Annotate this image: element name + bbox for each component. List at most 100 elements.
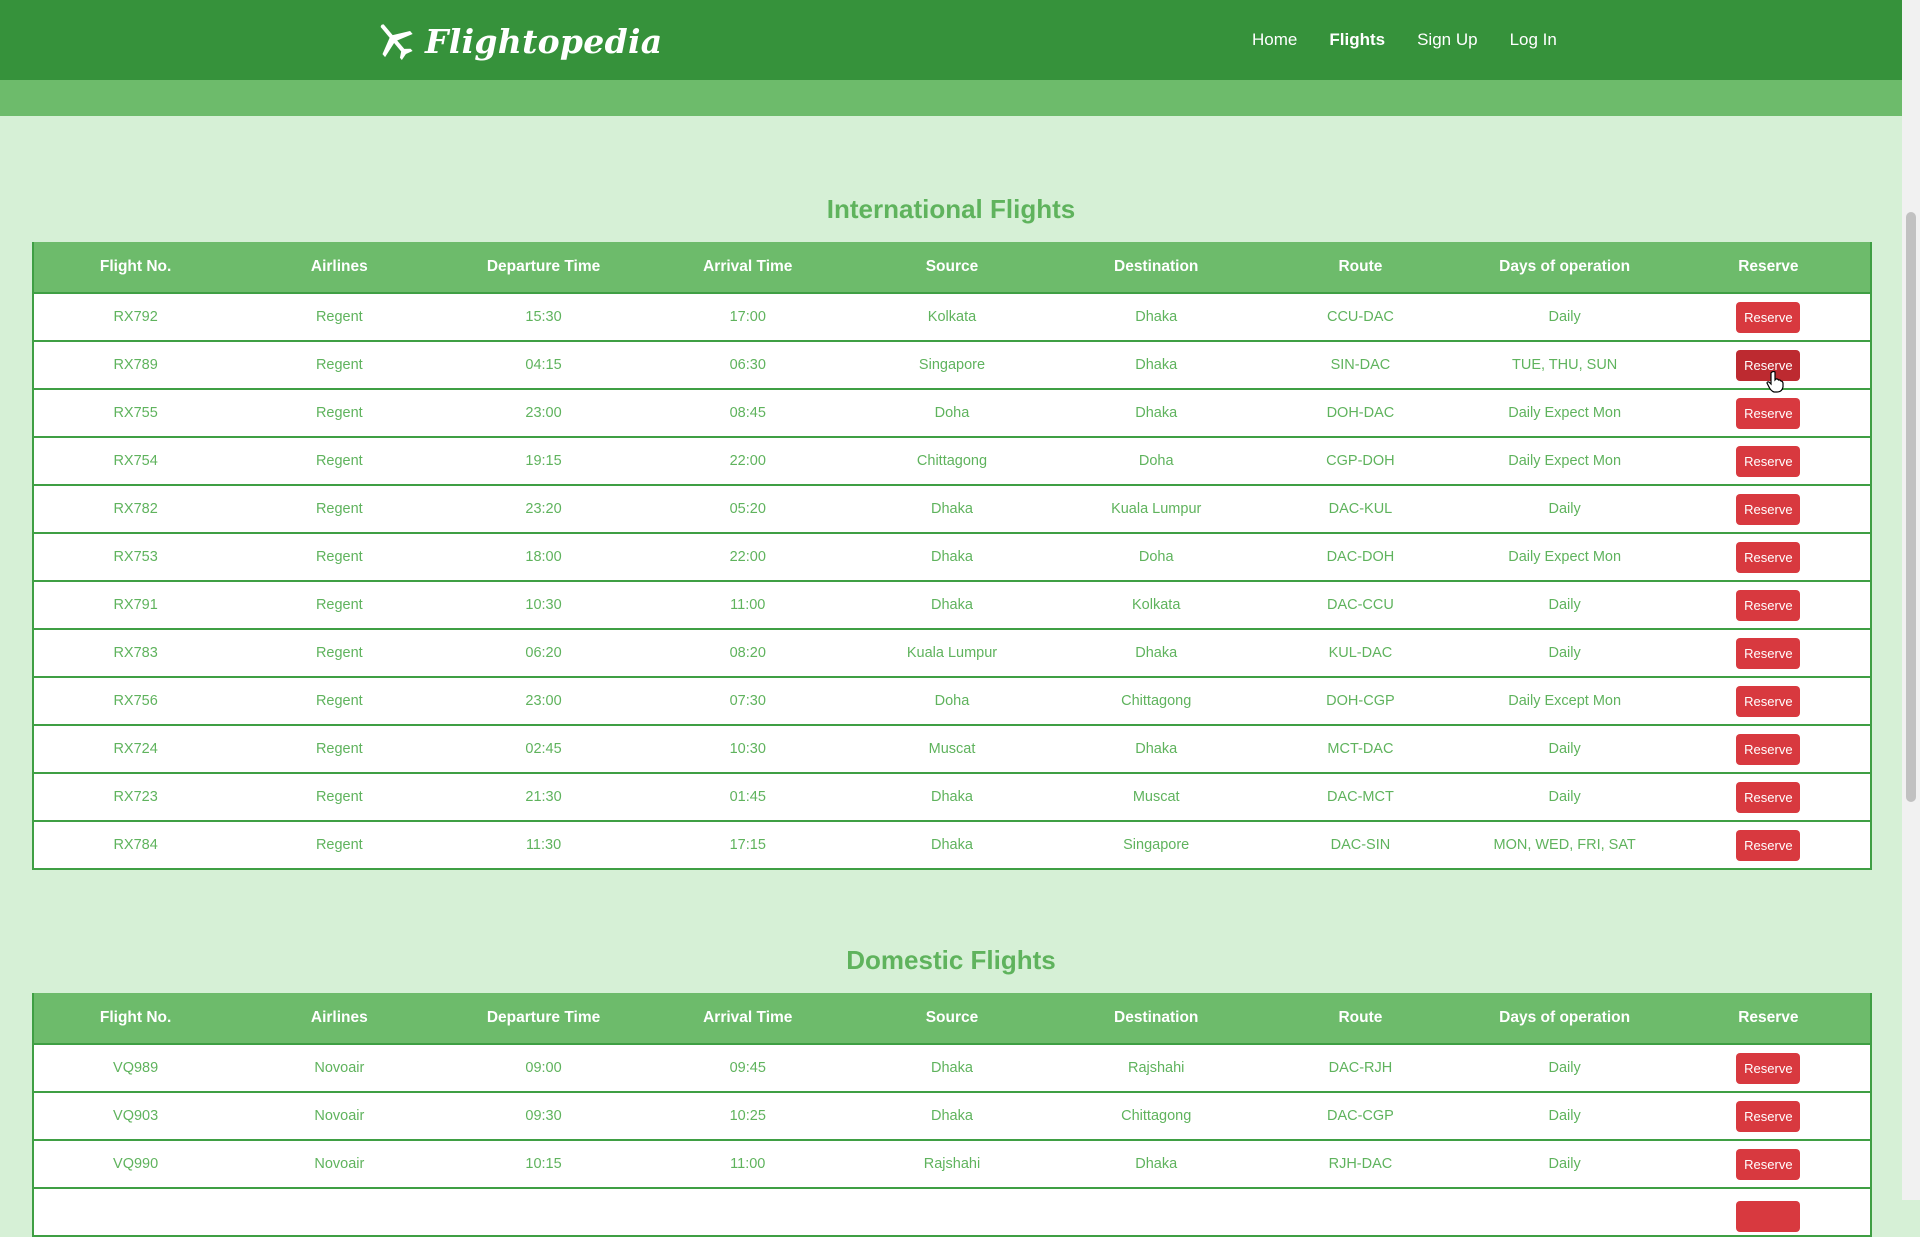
brand-logo[interactable]: Flightopedia	[373, 16, 662, 66]
column-header-route: Route	[1258, 993, 1463, 1044]
cell-departure-time: 19:15	[441, 436, 646, 485]
cell-flight-no: RX723	[31, 772, 238, 821]
reserve-button[interactable]: Reserve	[1736, 541, 1801, 573]
cell-reserve: Reserve	[1666, 820, 1873, 870]
cell-flight-no: RX755	[31, 388, 238, 437]
table-row: RX724 Regent 02:45 10:30 Muscat Dhaka MCT-DAC D…	[31, 724, 1873, 773]
table-row: RX754 Regent 19:15 22:00 Chittagong Doha CGP-D…	[31, 436, 1873, 485]
cell-arrival-time: 10:30	[645, 724, 850, 773]
column-header-destination: Destination	[1054, 242, 1259, 293]
cell-departure-time: 04:15	[441, 340, 646, 389]
reserve-button[interactable]: Reserve	[1736, 1148, 1801, 1180]
cell-days-of-operation	[1462, 1187, 1667, 1237]
cell-airlines: Regent	[237, 676, 442, 725]
reserve-button[interactable]: Reserve	[1736, 589, 1801, 621]
cell-source: Doha	[849, 676, 1055, 725]
cell-destination	[1054, 1187, 1259, 1237]
domestic-flights-title: Domestic Flights	[846, 945, 1056, 975]
cell-days-of-operation: Daily Expect Mon	[1462, 436, 1667, 485]
cell-flight-no: RX756	[31, 676, 238, 725]
table-row: RX753 Regent 18:00 22:00 Dhaka Doha DAC-DOH Dai…	[31, 532, 1873, 581]
table-row: RX792 Regent 15:30 17:00 Kolkata Dhaka CCU-DAC…	[31, 292, 1873, 341]
cell-destination: Dhaka	[1054, 340, 1259, 389]
reserve-button[interactable]: Reserve	[1736, 637, 1801, 669]
cell-flight-no: VQ903	[31, 1091, 238, 1140]
cell-arrival-time: 11:00	[645, 580, 850, 629]
cell-airlines: Regent	[237, 724, 442, 773]
reserve-button[interactable]: Reserve	[1736, 1100, 1801, 1132]
cell-flight-no: VQ990	[31, 1139, 238, 1188]
cell-departure-time	[441, 1187, 646, 1237]
cell-reserve: Reserve	[1666, 1139, 1873, 1188]
cell-airlines: Regent	[237, 292, 442, 341]
cell-reserve: Reserve	[1666, 1043, 1873, 1092]
reserve-button[interactable]: Reserve	[1736, 397, 1801, 429]
hand-cursor-icon	[1766, 371, 1784, 393]
cell-arrival-time: 11:00	[645, 1139, 850, 1188]
column-header-destination: Destination	[1054, 993, 1259, 1044]
cell-departure-time: 09:00	[441, 1043, 646, 1092]
column-header-route: Route	[1258, 242, 1463, 293]
cell-flight-no: RX782	[31, 484, 238, 533]
nav-links: Home Flights Sign Up Log In	[1252, 0, 1589, 80]
cell-reserve	[1666, 1187, 1873, 1237]
cell-destination: Dhaka	[1054, 292, 1259, 341]
table-row: RX783 Regent 06:20 08:20 Kuala Lumpur Dhaka KU…	[31, 628, 1873, 677]
cell-route: DOH-CGP	[1258, 676, 1463, 725]
cell-days-of-operation: Daily	[1462, 484, 1667, 533]
cell-arrival-time: 07:30	[645, 676, 850, 725]
cell-source: Dhaka	[849, 532, 1055, 581]
reserve-button[interactable]: Reserve	[1736, 301, 1801, 333]
table-row: VQ990 Novoair 10:15 11:00 Rajshahi Dhaka RJH-D…	[31, 1139, 1873, 1188]
cell-departure-time: 11:30	[441, 820, 646, 870]
reserve-button[interactable]: Reserve	[1736, 829, 1801, 861]
reserve-button[interactable]: Reserve	[1736, 445, 1801, 477]
cell-reserve: Reserve	[1666, 532, 1873, 581]
cell-destination: Dhaka	[1054, 388, 1259, 437]
table-row: RX789 Regent 04:15 06:30 Singapore Dhaka SIN-D…	[31, 340, 1873, 389]
cell-destination: Rajshahi	[1054, 1043, 1259, 1092]
international-flights-table: Flight No. Airlines Departure Time Arrival …	[31, 242, 1873, 870]
reserve-button[interactable]: Reserve	[1736, 493, 1801, 525]
cell-destination: Chittagong	[1054, 676, 1259, 725]
cell-departure-time: 18:00	[441, 532, 646, 581]
table-row	[31, 1187, 1873, 1237]
scrollbar-thumb[interactable]	[1906, 212, 1916, 802]
cell-source: Dhaka	[849, 772, 1055, 821]
cell-route: DAC-RJH	[1258, 1043, 1463, 1092]
reserve-button[interactable]: Reserve	[1736, 733, 1801, 765]
cell-route	[1258, 1187, 1463, 1237]
table-row: RX755 Regent 23:00 08:45 Doha Dhaka DOH-DAC Dai…	[31, 388, 1873, 437]
reserve-button[interactable]: Reserve	[1736, 781, 1801, 813]
cell-airlines: Regent	[237, 532, 442, 581]
reserve-button[interactable]	[1736, 1200, 1801, 1232]
hero-banner	[0, 80, 1902, 116]
nav-flights[interactable]: Flights	[1329, 30, 1385, 50]
column-header-departure-time: Departure Time	[441, 993, 646, 1044]
cell-destination: Doha	[1054, 436, 1259, 485]
cell-route: DAC-SIN	[1258, 820, 1463, 870]
reserve-button[interactable]: Reserve	[1736, 685, 1801, 717]
cell-airlines: Regent	[237, 820, 442, 870]
cell-route: DAC-CGP	[1258, 1091, 1463, 1140]
cell-source: Doha	[849, 388, 1055, 437]
cell-days-of-operation: Daily Expect Mon	[1462, 532, 1667, 581]
table-row: RX791 Regent 10:30 11:00 Dhaka Kolkata DAC-CCU…	[31, 580, 1873, 629]
cell-airlines: Regent	[237, 436, 442, 485]
cell-days-of-operation: Daily	[1462, 724, 1667, 773]
nav-login[interactable]: Log In	[1510, 30, 1557, 50]
cell-reserve: Reserve	[1666, 628, 1873, 677]
cell-source: Singapore	[849, 340, 1055, 389]
cell-destination: Muscat	[1054, 772, 1259, 821]
table-row: RX723 Regent 21:30 01:45 Dhaka Muscat DAC-MCT D…	[31, 772, 1873, 821]
column-header-airlines: Airlines	[237, 993, 442, 1044]
reserve-button[interactable]: Reserve	[1736, 1052, 1801, 1084]
cell-flight-no: RX783	[31, 628, 238, 677]
nav-signup[interactable]: Sign Up	[1417, 30, 1477, 50]
table-row: VQ989 Novoair 09:00 09:45 Dhaka Rajshahi DAC-R…	[31, 1043, 1873, 1092]
cell-destination: Dhaka	[1054, 1139, 1259, 1188]
international-flights-title: International Flights	[826, 194, 1076, 224]
nav-home[interactable]: Home	[1252, 30, 1297, 50]
column-header-departure-time: Departure Time	[441, 242, 646, 293]
cell-airlines: Regent	[237, 628, 442, 677]
